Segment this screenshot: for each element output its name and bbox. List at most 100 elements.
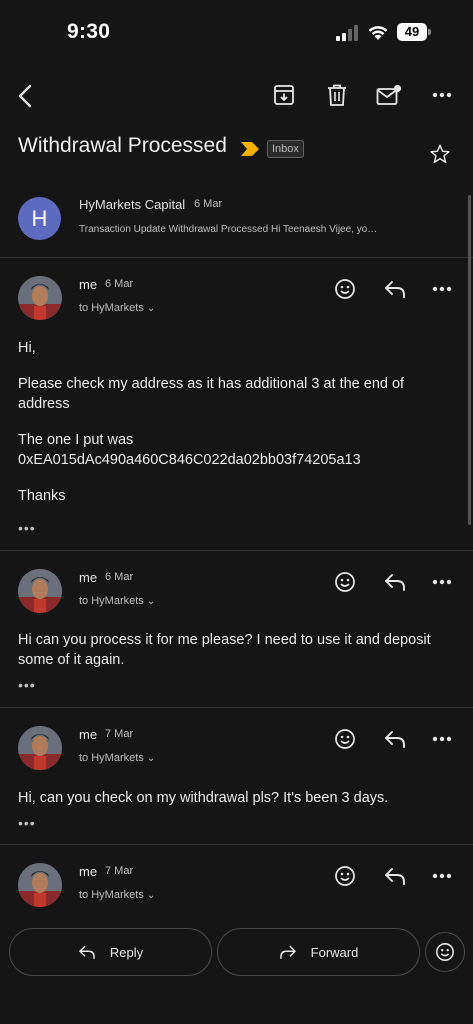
message-item: me 7 Mar to HyMarkets ⌄ <box>0 845 473 925</box>
show-trimmed-button[interactable]: ••• <box>18 520 36 536</box>
message-recipients[interactable]: to HyMarkets ⌄ <box>79 752 155 764</box>
add-reaction-button[interactable] <box>333 864 357 888</box>
more-horizontal-icon <box>432 873 452 879</box>
forward-button[interactable]: Forward <box>217 928 420 976</box>
cellular-signal-icon <box>336 25 358 41</box>
recipient-text: to HyMarkets <box>79 595 144 607</box>
chevron-left-icon <box>18 84 32 108</box>
message-item: me 6 Mar to HyMarkets ⌄ Hi can you proce… <box>0 551 473 707</box>
trash-icon <box>328 84 346 106</box>
message-date: 6 Mar <box>105 571 134 583</box>
battery-level: 49 <box>397 23 427 41</box>
message-recipients[interactable]: to HyMarkets ⌄ <box>79 889 155 901</box>
message-more-button[interactable] <box>430 871 454 881</box>
delete-button[interactable] <box>324 82 350 108</box>
chevron-down-icon: ⌄ <box>146 753 156 764</box>
star-icon <box>430 144 450 163</box>
recipient-text: to HyMarkets <box>79 889 144 901</box>
message-item: me 7 Mar to HyMarkets ⌄ Hi, can you chec… <box>0 708 473 844</box>
sender-avatar: H <box>18 197 61 240</box>
emoji-icon <box>335 866 355 886</box>
inbox-label-chip[interactable]: Inbox <box>267 140 304 158</box>
reply-button[interactable] <box>382 277 408 301</box>
reply-button[interactable] <box>382 727 408 751</box>
reply-button[interactable] <box>382 570 408 594</box>
sender-snippet: Transaction Update Withdrawal Processed … <box>79 224 378 235</box>
forward-label: Forward <box>310 944 359 960</box>
message-paragraph: Thanks <box>18 488 66 504</box>
message-from: me <box>79 570 98 585</box>
reply-label: Reply <box>109 944 144 960</box>
avatar-photo <box>18 726 62 770</box>
message-from: me <box>79 864 98 879</box>
reply-icon <box>385 868 405 885</box>
message-paragraph: Hi, <box>18 340 36 356</box>
bottom-action-bar: Reply Forward <box>0 928 473 978</box>
add-reaction-button[interactable] <box>333 570 357 594</box>
archive-button[interactable] <box>271 82 297 108</box>
avatar <box>18 276 62 320</box>
message-recipients[interactable]: to HyMarkets ⌄ <box>79 595 155 607</box>
scrollbar[interactable] <box>468 195 471 525</box>
message-more-button[interactable] <box>430 284 454 294</box>
show-trimmed-button[interactable]: ••• <box>18 815 36 831</box>
star-button[interactable] <box>427 141 453 167</box>
sender-date: 6 Mar <box>194 198 223 210</box>
emoji-icon <box>436 943 454 961</box>
message-paragraph: Hi can you process it for me please? I n… <box>18 632 431 668</box>
important-marker-icon[interactable] <box>240 141 260 157</box>
message-from: me <box>79 727 98 742</box>
email-subject: Withdrawal Processed <box>18 134 227 157</box>
chevron-down-icon: ⌄ <box>146 596 156 607</box>
back-button[interactable] <box>12 82 38 110</box>
message-date: 7 Mar <box>105 728 134 740</box>
avatar-photo <box>18 276 62 320</box>
message-body: Hi, can you check on my withdrawal pls? … <box>18 788 458 808</box>
message-more-button[interactable] <box>430 734 454 744</box>
battery-icon: 49 <box>397 23 431 41</box>
message-from: me <box>79 277 98 292</box>
more-horizontal-icon <box>432 579 452 585</box>
mail-unread-icon <box>376 84 402 105</box>
mark-unread-button[interactable] <box>375 82 403 108</box>
message-body: Hi can you process it for me please? I n… <box>18 630 458 670</box>
status-bar: 9:30 49 <box>0 0 473 64</box>
message-paragraph: Hi, can you check on my withdrawal pls? … <box>18 790 389 806</box>
message-item: me 6 Mar to HyMarkets ⌄ Hi, Please check… <box>0 258 473 550</box>
message-recipients[interactable]: to HyMarkets ⌄ <box>79 302 155 314</box>
emoji-icon <box>335 279 355 299</box>
chevron-down-icon: ⌄ <box>146 890 156 901</box>
emoji-icon <box>335 572 355 592</box>
more-horizontal-icon <box>432 736 452 742</box>
recipient-text: to HyMarkets <box>79 752 144 764</box>
reply-icon <box>385 731 405 748</box>
reply-all-button[interactable]: Reply <box>9 928 212 976</box>
avatar <box>18 726 62 770</box>
avatar <box>18 569 62 613</box>
sender-summary[interactable]: H HyMarkets Capital 6 Mar Transaction Up… <box>0 188 473 258</box>
emoji-icon <box>335 729 355 749</box>
reply-icon <box>385 574 405 591</box>
emoji-reaction-button[interactable] <box>425 932 465 972</box>
more-horizontal-icon <box>432 92 452 98</box>
more-options-button[interactable] <box>428 84 456 106</box>
message-body: Hi, Please check my address as it has ad… <box>18 338 458 522</box>
avatar <box>18 863 62 907</box>
recipient-text: to HyMarkets <box>79 302 144 314</box>
archive-icon <box>274 85 294 105</box>
status-time: 9:30 <box>67 20 111 43</box>
reply-icon <box>79 945 95 959</box>
message-paragraph: Please check my address as it has additi… <box>18 376 405 412</box>
more-horizontal-icon <box>432 286 452 292</box>
message-date: 7 Mar <box>105 865 134 877</box>
message-paragraph: The one I put was 0xEA015dAc490a460C846C… <box>18 432 361 468</box>
add-reaction-button[interactable] <box>333 727 357 751</box>
wifi-icon <box>368 26 388 40</box>
reply-button[interactable] <box>382 864 408 888</box>
show-trimmed-button[interactable]: ••• <box>18 677 36 693</box>
add-reaction-button[interactable] <box>333 277 357 301</box>
message-more-button[interactable] <box>430 577 454 587</box>
chevron-down-icon: ⌄ <box>146 303 156 314</box>
avatar-photo <box>18 569 62 613</box>
sender-name: HyMarkets Capital <box>79 197 186 212</box>
